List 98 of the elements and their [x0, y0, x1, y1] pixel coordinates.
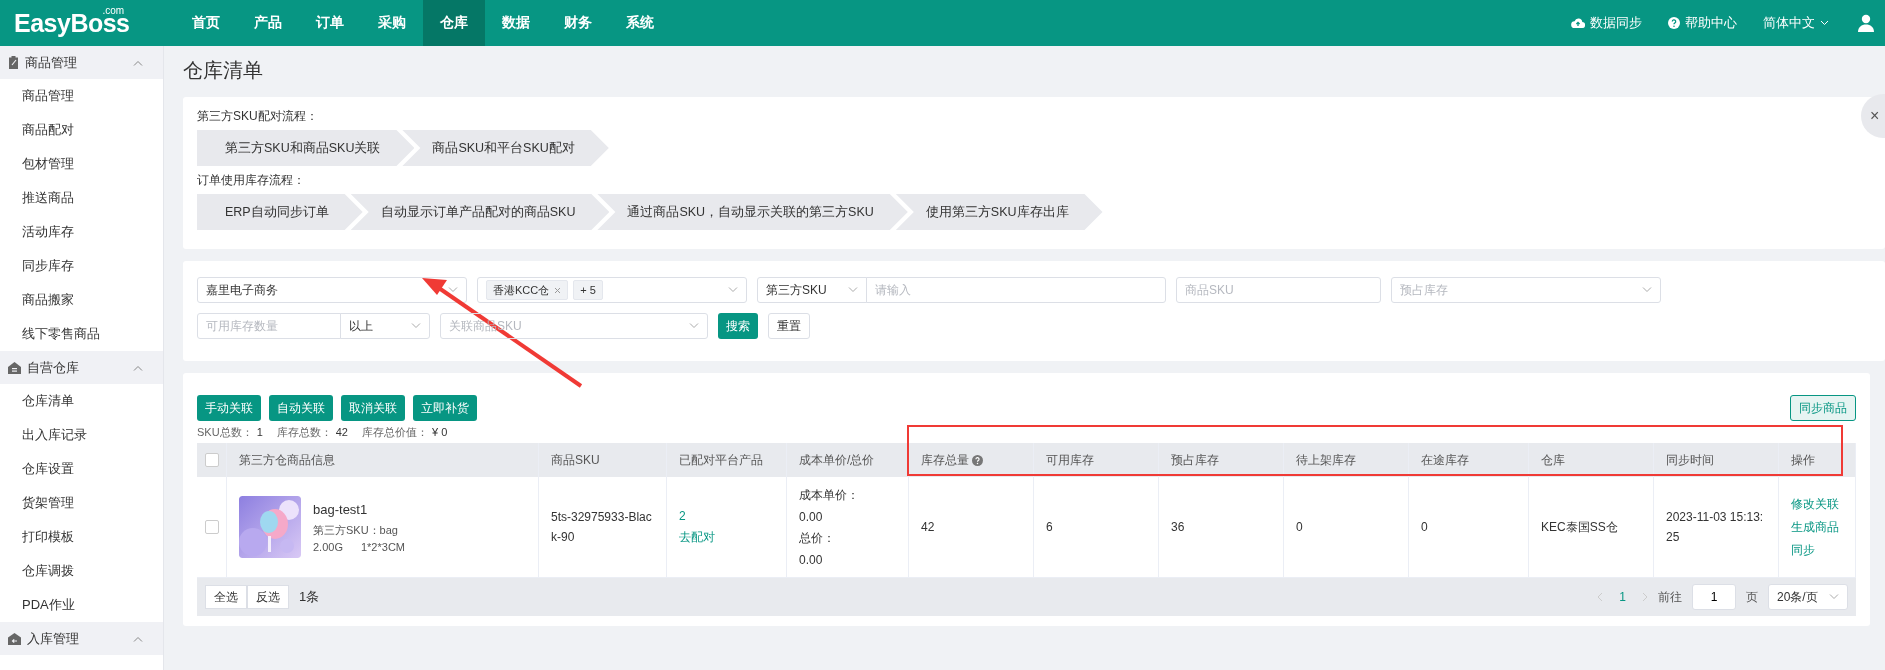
select-all-button[interactable]: 全选: [205, 585, 247, 609]
close-button[interactable]: ×: [1861, 94, 1885, 138]
sidebar-item[interactable]: 商品管理: [0, 79, 163, 113]
column-header: 第三方仓商品信息: [227, 443, 539, 477]
page-input[interactable]: 1: [1692, 584, 1736, 610]
sidebar-item[interactable]: PDA作业: [0, 588, 163, 622]
sidebar-item[interactable]: 仓库调拨: [0, 554, 163, 588]
nav-tab[interactable]: 系统: [609, 0, 671, 46]
sku-type-select[interactable]: 第三方SKU: [757, 277, 867, 303]
product-name: bag-test1: [313, 501, 369, 517]
flow-step: 通过商品SKU，自动显示关联的第三方SKU: [597, 194, 908, 230]
table-cell-text: 42: [921, 519, 935, 536]
column-header: 库存总量: [909, 443, 1034, 477]
goto-label: 前往: [1658, 588, 1682, 606]
flow-step: 商品SKU和平台SKU配对: [402, 130, 609, 166]
logo[interactable]: EasyBoss .com: [0, 0, 163, 46]
summary-stat: 库存总数： 42: [276, 425, 348, 440]
action-link[interactable]: 修改关联: [1791, 495, 1839, 513]
toolbar-button[interactable]: 取消关联: [341, 395, 405, 421]
nav-tab[interactable]: 首页: [175, 0, 237, 46]
action-link[interactable]: 同步: [1791, 541, 1815, 559]
sidebar-item[interactable]: 商品配对: [0, 113, 163, 147]
product-size: 1*2*3CM: [360, 540, 405, 553]
sidebar-item[interactable]: 仓库设置: [0, 452, 163, 486]
compare-select[interactable]: 以上: [340, 313, 430, 339]
summary-stat: SKU总数： 1: [197, 425, 263, 440]
total-cost: 0.00: [799, 553, 823, 567]
toolbar-button[interactable]: 手动关联: [197, 395, 261, 421]
goods-sku-input[interactable]: 商品SKU: [1176, 277, 1381, 303]
column-header: 可用库存: [1034, 443, 1159, 477]
sidebar-item[interactable]: 活动库存: [0, 215, 163, 249]
column-header: 在途库存: [1409, 443, 1529, 477]
column-header: 预占库存: [1159, 443, 1284, 477]
total-label: 总价：: [799, 530, 835, 547]
toolbar-button[interactable]: 自动关联: [269, 395, 333, 421]
more-tag: + 5: [573, 280, 603, 300]
help-link[interactable]: 帮助中心: [1668, 14, 1737, 32]
reset-button[interactable]: 重置: [768, 313, 810, 339]
sidebar-item[interactable]: 推送商品: [0, 181, 163, 215]
table-cell-text: 0: [1296, 519, 1303, 536]
flow-step: 自动显示订单产品配对的商品SKU: [350, 194, 610, 230]
nav-tab[interactable]: 财务: [547, 0, 609, 46]
column-header: 商品SKU: [539, 443, 667, 477]
page-title: 仓库清单: [183, 58, 264, 83]
invert-selection-button[interactable]: 反选: [247, 585, 289, 609]
sidebar-item[interactable]: 商品搬家: [0, 283, 163, 317]
flow-step: 使用第三方SKU库存出库: [895, 194, 1103, 230]
table-cell-text: 36: [1171, 519, 1185, 536]
sidebar-item[interactable]: 包材管理: [0, 147, 163, 181]
sidebar-group[interactable]: 自营仓库: [0, 351, 163, 384]
page-size-select[interactable]: 20条/页: [1768, 584, 1848, 610]
language-select[interactable]: 简体中文: [1763, 14, 1829, 32]
column-header: 同步时间: [1654, 443, 1779, 477]
nav-tab[interactable]: 仓库: [423, 0, 485, 46]
unit-cost-label: 成本单价：: [799, 487, 859, 504]
page-unit-label: 页: [1746, 588, 1758, 606]
pair-link[interactable]: 去配对: [679, 528, 715, 546]
action-link[interactable]: 生成商品: [1791, 518, 1839, 536]
table-cell-text: 2023-11-03 15:13:25: [1666, 509, 1765, 546]
warehouse-select[interactable]: 香港KCC仓 + 5: [477, 277, 747, 303]
sync-link[interactable]: 数据同步: [1571, 14, 1642, 32]
table-cell-text: KEC泰国SS仓: [1541, 519, 1618, 536]
sidebar-group[interactable]: 入库管理: [0, 622, 163, 655]
column-header: 待上架库存: [1284, 443, 1409, 477]
flow-title: 订单使用库存流程：: [197, 172, 306, 189]
available-stock-input[interactable]: 可用库存数量: [197, 313, 341, 339]
sidebar-item[interactable]: 线下零售商品: [0, 317, 163, 351]
flow-step: 第三方SKU和商品SKU关联: [197, 130, 415, 166]
table-cell-text: 6: [1046, 519, 1053, 536]
sidebar-item[interactable]: 打印模板: [0, 520, 163, 554]
column-header: 操作: [1779, 443, 1856, 477]
column-header: 成本单价/总价: [787, 443, 909, 477]
flow-title: 第三方SKU配对流程：: [197, 108, 319, 125]
sidebar-item[interactable]: 同步库存: [0, 249, 163, 283]
keyword-input[interactable]: 请输入: [866, 277, 1166, 303]
shop-select[interactable]: 嘉里电子商务: [197, 277, 467, 303]
third-party-sku: 第三方SKU：bag: [313, 522, 399, 538]
nav-tab[interactable]: 订单: [299, 0, 361, 46]
sidebar-group[interactable]: 商品管理: [0, 46, 163, 79]
nav-tab[interactable]: 产品: [237, 0, 299, 46]
sidebar-item[interactable]: 仓库清单: [0, 384, 163, 418]
search-button[interactable]: 搜索: [718, 313, 758, 339]
toolbar-button[interactable]: 立即补货: [413, 395, 477, 421]
sidebar-item[interactable]: 出入库记录: [0, 418, 163, 452]
warehouse-tag: 香港KCC仓: [486, 280, 569, 300]
flow-step: ERP自动同步订单: [197, 194, 363, 230]
column-header: 已配对平台产品: [667, 443, 787, 477]
table-cell-text: 0: [1421, 519, 1428, 536]
sidebar-item[interactable]: 货架管理: [0, 486, 163, 520]
goods-sku: 5ts-32975933-Black-90: [551, 509, 653, 546]
unit-cost: 0.00: [799, 510, 823, 524]
column-header: 仓库: [1529, 443, 1654, 477]
nav-tab[interactable]: 采购: [361, 0, 423, 46]
paired-count-link[interactable]: 2: [679, 508, 686, 523]
summary-stat: 库存总价值： ¥ 0: [362, 425, 448, 440]
nav-tab[interactable]: 数据: [485, 0, 547, 46]
row-count: 1条: [299, 588, 320, 606]
product-weight: 2.00G: [313, 540, 343, 553]
